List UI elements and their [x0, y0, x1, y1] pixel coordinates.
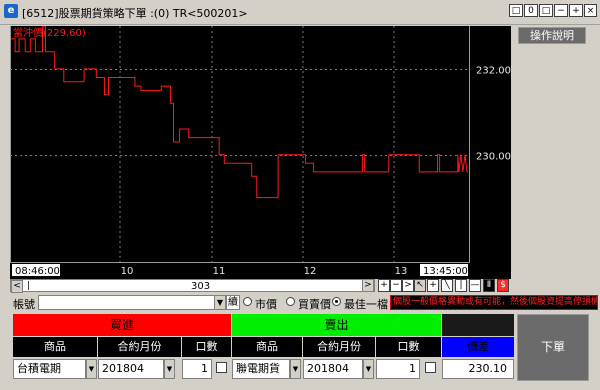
- x-tick-label: 08:46:00: [15, 266, 60, 277]
- price-tool-icon[interactable]: $: [497, 279, 509, 292]
- account-label: 帳號: [13, 298, 35, 311]
- buy-month-field[interactable]: 201804: [98, 359, 164, 379]
- x-tick-label: 11: [213, 266, 226, 277]
- scroll-left-button[interactable]: <: [11, 280, 23, 293]
- sell-month-field[interactable]: 201804: [303, 359, 363, 379]
- scroll-right-button[interactable]: >: [362, 279, 374, 292]
- buy-month-header: 合約月份: [98, 337, 181, 357]
- vertical-line-tool-icon[interactable]: |: [455, 279, 467, 292]
- app-icon: e: [4, 4, 18, 18]
- y-tick-label: 232.00: [476, 66, 511, 77]
- account-row: 帳號 ▼ 續 市價 買賣價 最佳一檔 個股一般價格異動或有可能，然後個股資提高停…: [10, 295, 598, 311]
- window-title: [6512]股票期貨策略下單 :(0) TR<500201>: [22, 7, 248, 20]
- price-chart-svg: 232.00 230.00 當沖價(229.60): [10, 25, 511, 263]
- sell-month-header: 合約月份: [303, 337, 375, 357]
- x-tick-label: 13:45:00: [423, 266, 468, 277]
- radio-best[interactable]: [332, 297, 341, 306]
- zoom-out-button[interactable]: −: [390, 279, 402, 292]
- buy-product-field[interactable]: 台積電期: [13, 359, 86, 379]
- account-dropdown-icon[interactable]: ▼: [214, 295, 226, 310]
- window-zero-button[interactable]: 0: [524, 4, 538, 17]
- buy-qty-field[interactable]: 1: [182, 359, 212, 379]
- sell-qty-checkbox[interactable]: [425, 362, 436, 373]
- radio-market-label: 市價: [255, 298, 277, 311]
- buy-qty-header: 口數: [182, 337, 231, 357]
- radio-bid-ask[interactable]: [286, 297, 295, 306]
- sell-month-dropdown-icon[interactable]: ▼: [363, 359, 374, 379]
- next-button[interactable]: >: [402, 279, 414, 292]
- x-axis: 08:46:00 10 11 12 13 13:45:00: [12, 264, 468, 277]
- sell-product-dropdown-icon[interactable]: ▼: [290, 359, 301, 379]
- x-tick-label: 13: [395, 266, 408, 277]
- window-maximize-button[interactable]: +: [569, 4, 583, 17]
- account-select[interactable]: [38, 295, 224, 310]
- warning-ticker: 個股一般價格異動或有可能，然後個股資提高停損機: [390, 295, 598, 310]
- zoom-in-button[interactable]: +: [378, 279, 390, 292]
- buy-product-header: 商品: [13, 337, 97, 357]
- y-tick-label: 230.00: [476, 152, 511, 163]
- radio-market[interactable]: [243, 297, 252, 306]
- radio-bid-ask-label: 買賣價: [298, 298, 331, 311]
- help-button[interactable]: 操作說明: [518, 27, 586, 44]
- horizontal-line-tool-icon[interactable]: —: [469, 279, 481, 292]
- sell-qty-header: 口數: [376, 337, 441, 357]
- sell-header: 賣出: [232, 314, 441, 336]
- buy-product-dropdown-icon[interactable]: ▼: [86, 359, 97, 379]
- price-chart[interactable]: 232.00 230.00 當沖價(229.60): [10, 25, 511, 279]
- spread-header-blank: [442, 314, 514, 336]
- title-bar: e [6512]股票期貨策略下單 :(0) TR<500201> □ 0 □ −…: [0, 0, 600, 25]
- radio-best-label: 最佳一檔: [344, 298, 388, 311]
- compare-tool-icon[interactable]: Ⅱ: [483, 279, 495, 292]
- pointer-tool-icon[interactable]: ↖: [414, 279, 426, 292]
- sell-product-field[interactable]: 聯電期貨: [232, 359, 290, 379]
- scroll-thumb[interactable]: |: [27, 281, 30, 291]
- chart-scrollbar[interactable]: < | 303 |: [10, 279, 375, 293]
- window-menu-button[interactable]: □: [509, 4, 523, 17]
- chart-legend: 當沖價(229.60): [13, 26, 86, 39]
- window-restore-button[interactable]: □: [539, 4, 553, 17]
- buy-header: 買進: [13, 314, 231, 336]
- sell-qty-field[interactable]: 1: [376, 359, 420, 379]
- buy-month-dropdown-icon[interactable]: ▼: [164, 359, 175, 379]
- x-tick-label: 10: [121, 266, 134, 277]
- crosshair-tool-icon[interactable]: +: [427, 279, 439, 292]
- spread-value: 230.10: [442, 359, 514, 379]
- scroll-value: 303: [191, 281, 211, 292]
- account-continue-button[interactable]: 續: [226, 295, 240, 310]
- sell-product-header: 商品: [232, 337, 302, 357]
- buy-qty-checkbox[interactable]: [216, 362, 227, 373]
- spread-header-label: 價差: [467, 340, 489, 353]
- x-tick-label: 12: [304, 266, 317, 277]
- spread-header: 價差: [442, 337, 514, 357]
- trendline-tool-icon[interactable]: ╲: [441, 279, 453, 292]
- submit-order-button[interactable]: 下單: [517, 314, 589, 381]
- plot-area: [10, 26, 469, 262]
- window-close-button[interactable]: ×: [584, 4, 597, 17]
- window-minimize-button[interactable]: −: [554, 4, 568, 17]
